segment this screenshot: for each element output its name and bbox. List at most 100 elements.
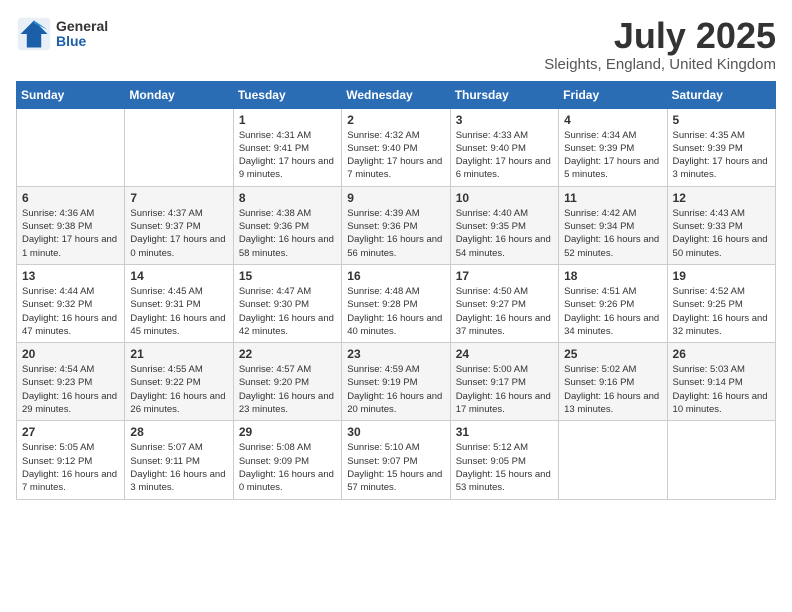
- day-info: Sunrise: 4:54 AM Sunset: 9:23 PM Dayligh…: [22, 363, 119, 416]
- day-info: Sunrise: 4:44 AM Sunset: 9:32 PM Dayligh…: [22, 285, 119, 338]
- logo: General Blue: [16, 16, 108, 52]
- day-info: Sunrise: 4:52 AM Sunset: 9:25 PM Dayligh…: [673, 285, 770, 338]
- page-header: General Blue July 2025 Sleights, England…: [16, 16, 776, 73]
- day-info: Sunrise: 5:02 AM Sunset: 9:16 PM Dayligh…: [564, 363, 661, 416]
- weekday-header-friday: Friday: [559, 81, 667, 108]
- day-info: Sunrise: 4:57 AM Sunset: 9:20 PM Dayligh…: [239, 363, 336, 416]
- day-number: 12: [673, 191, 770, 205]
- day-number: 31: [456, 425, 553, 439]
- day-number: 27: [22, 425, 119, 439]
- day-number: 30: [347, 425, 444, 439]
- day-number: 28: [130, 425, 227, 439]
- day-info: Sunrise: 4:37 AM Sunset: 9:37 PM Dayligh…: [130, 207, 227, 260]
- logo-icon: [16, 16, 52, 52]
- day-info: Sunrise: 5:05 AM Sunset: 9:12 PM Dayligh…: [22, 441, 119, 494]
- day-number: 24: [456, 347, 553, 361]
- calendar-cell: 29Sunrise: 5:08 AM Sunset: 9:09 PM Dayli…: [233, 421, 341, 499]
- day-number: 4: [564, 113, 661, 127]
- calendar-cell: 17Sunrise: 4:50 AM Sunset: 9:27 PM Dayli…: [450, 264, 558, 342]
- weekday-header-sunday: Sunday: [17, 81, 125, 108]
- weekday-header-row: SundayMondayTuesdayWednesdayThursdayFrid…: [17, 81, 776, 108]
- weekday-header-wednesday: Wednesday: [342, 81, 450, 108]
- logo-blue-text: Blue: [56, 34, 108, 49]
- day-number: 20: [22, 347, 119, 361]
- calendar-cell: 1Sunrise: 4:31 AM Sunset: 9:41 PM Daylig…: [233, 108, 341, 186]
- day-info: Sunrise: 4:36 AM Sunset: 9:38 PM Dayligh…: [22, 207, 119, 260]
- day-info: Sunrise: 4:31 AM Sunset: 9:41 PM Dayligh…: [239, 129, 336, 182]
- calendar-cell: 28Sunrise: 5:07 AM Sunset: 9:11 PM Dayli…: [125, 421, 233, 499]
- calendar-cell: [667, 421, 775, 499]
- calendar-cell: 21 Sunrise: 4:55 AM Sunset: 9:22 PM Dayli…: [125, 343, 233, 421]
- calendar-cell: 12 Sunrise: 4:43 AM Sunset: 9:33 PM Dayli…: [667, 186, 775, 264]
- calendar-cell: 10 Sunrise: 4:40 AM Sunset: 9:35 PM Dayli…: [450, 186, 558, 264]
- calendar-table: SundayMondayTuesdayWednesdayThursdayFrid…: [16, 81, 776, 500]
- calendar-cell: 2 Sunrise: 4:32 AM Sunset: 9:40 PM Daylig…: [342, 108, 450, 186]
- day-number: 26: [673, 347, 770, 361]
- calendar-week-row: 1Sunrise: 4:31 AM Sunset: 9:41 PM Daylig…: [17, 108, 776, 186]
- calendar-cell: 5 Sunrise: 4:35 AM Sunset: 9:39 PM Daylig…: [667, 108, 775, 186]
- day-number: 8: [239, 191, 336, 205]
- day-number: 11: [564, 191, 661, 205]
- calendar-cell: [17, 108, 125, 186]
- day-number: 18: [564, 269, 661, 283]
- day-info: Sunrise: 4:35 AM Sunset: 9:39 PM Dayligh…: [673, 129, 770, 182]
- day-info: Sunrise: 4:55 AM Sunset: 9:22 PM Dayligh…: [130, 363, 227, 416]
- calendar-cell: 24 Sunrise: 5:00 AM Sunset: 9:17 PM Dayli…: [450, 343, 558, 421]
- calendar-cell: 13Sunrise: 4:44 AM Sunset: 9:32 PM Dayli…: [17, 264, 125, 342]
- day-info: Sunrise: 4:43 AM Sunset: 9:33 PM Dayligh…: [673, 207, 770, 260]
- day-info: Sunrise: 4:39 AM Sunset: 9:36 PM Dayligh…: [347, 207, 444, 260]
- calendar-cell: 22 Sunrise: 4:57 AM Sunset: 9:20 PM Dayli…: [233, 343, 341, 421]
- day-number: 2: [347, 113, 444, 127]
- day-info: Sunrise: 5:08 AM Sunset: 9:09 PM Dayligh…: [239, 441, 336, 494]
- calendar-cell: 9 Sunrise: 4:39 AM Sunset: 9:36 PM Daylig…: [342, 186, 450, 264]
- day-number: 22: [239, 347, 336, 361]
- calendar-cell: 4 Sunrise: 4:34 AM Sunset: 9:39 PM Daylig…: [559, 108, 667, 186]
- day-number: 3: [456, 113, 553, 127]
- day-number: 9: [347, 191, 444, 205]
- day-number: 5: [673, 113, 770, 127]
- day-info: Sunrise: 5:12 AM Sunset: 9:05 PM Dayligh…: [456, 441, 553, 494]
- calendar-cell: 27 Sunrise: 5:05 AM Sunset: 9:12 PM Dayli…: [17, 421, 125, 499]
- weekday-header-saturday: Saturday: [667, 81, 775, 108]
- month-title: July 2025: [544, 16, 776, 56]
- logo-general-text: General: [56, 19, 108, 34]
- calendar-week-row: 20 Sunrise: 4:54 AM Sunset: 9:23 PM Dayli…: [17, 343, 776, 421]
- day-number: 7: [130, 191, 227, 205]
- day-info: Sunrise: 4:40 AM Sunset: 9:35 PM Dayligh…: [456, 207, 553, 260]
- calendar-cell: 31 Sunrise: 5:12 AM Sunset: 9:05 PM Dayli…: [450, 421, 558, 499]
- calendar-cell: 26 Sunrise: 5:03 AM Sunset: 9:14 PM Dayli…: [667, 343, 775, 421]
- day-number: 25: [564, 347, 661, 361]
- day-info: Sunrise: 4:42 AM Sunset: 9:34 PM Dayligh…: [564, 207, 661, 260]
- day-info: Sunrise: 5:03 AM Sunset: 9:14 PM Dayligh…: [673, 363, 770, 416]
- location-text: Sleights, England, United Kingdom: [544, 56, 776, 73]
- calendar-week-row: 27 Sunrise: 5:05 AM Sunset: 9:12 PM Dayli…: [17, 421, 776, 499]
- day-info: Sunrise: 4:34 AM Sunset: 9:39 PM Dayligh…: [564, 129, 661, 182]
- calendar-cell: [559, 421, 667, 499]
- day-info: Sunrise: 4:51 AM Sunset: 9:26 PM Dayligh…: [564, 285, 661, 338]
- calendar-cell: 16 Sunrise: 4:48 AM Sunset: 9:28 PM Dayli…: [342, 264, 450, 342]
- calendar-cell: 25 Sunrise: 5:02 AM Sunset: 9:16 PM Dayli…: [559, 343, 667, 421]
- day-info: Sunrise: 4:38 AM Sunset: 9:36 PM Dayligh…: [239, 207, 336, 260]
- day-info: Sunrise: 4:59 AM Sunset: 9:19 PM Dayligh…: [347, 363, 444, 416]
- calendar-cell: 18 Sunrise: 4:51 AM Sunset: 9:26 PM Dayli…: [559, 264, 667, 342]
- calendar-cell: 6 Sunrise: 4:36 AM Sunset: 9:38 PM Daylig…: [17, 186, 125, 264]
- weekday-header-monday: Monday: [125, 81, 233, 108]
- day-info: Sunrise: 4:33 AM Sunset: 9:40 PM Dayligh…: [456, 129, 553, 182]
- day-info: Sunrise: 5:00 AM Sunset: 9:17 PM Dayligh…: [456, 363, 553, 416]
- day-info: Sunrise: 4:32 AM Sunset: 9:40 PM Dayligh…: [347, 129, 444, 182]
- day-info: Sunrise: 4:50 AM Sunset: 9:27 PM Dayligh…: [456, 285, 553, 338]
- day-number: 10: [456, 191, 553, 205]
- day-info: Sunrise: 4:47 AM Sunset: 9:30 PM Dayligh…: [239, 285, 336, 338]
- day-number: 6: [22, 191, 119, 205]
- day-number: 21: [130, 347, 227, 361]
- calendar-cell: 14Sunrise: 4:45 AM Sunset: 9:31 PM Dayli…: [125, 264, 233, 342]
- day-info: Sunrise: 4:48 AM Sunset: 9:28 PM Dayligh…: [347, 285, 444, 338]
- calendar-cell: 30Sunrise: 5:10 AM Sunset: 9:07 PM Dayli…: [342, 421, 450, 499]
- calendar-cell: 7 Sunrise: 4:37 AM Sunset: 9:37 PM Daylig…: [125, 186, 233, 264]
- weekday-header-thursday: Thursday: [450, 81, 558, 108]
- day-info: Sunrise: 4:45 AM Sunset: 9:31 PM Dayligh…: [130, 285, 227, 338]
- calendar-cell: 23Sunrise: 4:59 AM Sunset: 9:19 PM Dayli…: [342, 343, 450, 421]
- calendar-cell: [125, 108, 233, 186]
- day-number: 19: [673, 269, 770, 283]
- day-number: 16: [347, 269, 444, 283]
